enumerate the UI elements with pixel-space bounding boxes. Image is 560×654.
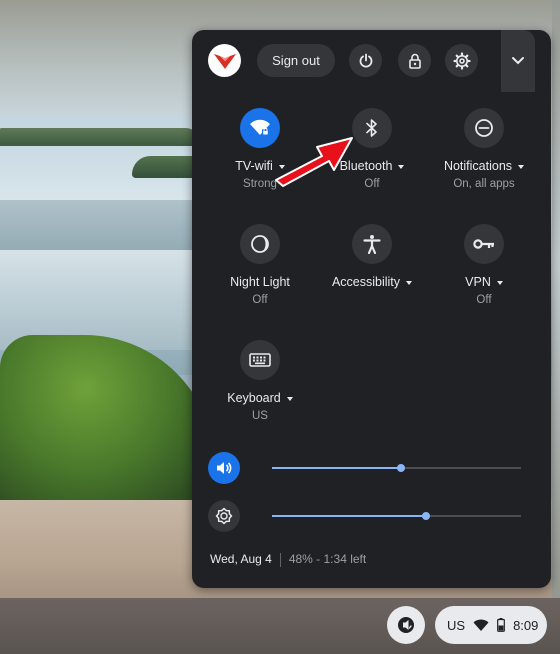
wallpaper-edge bbox=[552, 0, 560, 654]
shelf-clock: 8:09 bbox=[513, 617, 539, 633]
vpn-key-icon bbox=[473, 239, 494, 249]
volume-icon bbox=[217, 462, 232, 474]
accessibility-toggle[interactable] bbox=[352, 224, 392, 264]
quick-settings-panel: Sign out TV-wifi Strong Bluetooth Off No… bbox=[192, 30, 551, 588]
brightness-button[interactable] bbox=[208, 500, 240, 532]
notifications-label[interactable]: Notifications bbox=[429, 159, 539, 173]
notifications-status: On, all apps bbox=[453, 178, 515, 190]
accessibility-label[interactable]: Accessibility bbox=[317, 275, 427, 289]
tile-vpn[interactable]: VPN Off bbox=[429, 224, 539, 306]
user-avatar-icon bbox=[213, 53, 236, 69]
shelf-status-area[interactable]: US 8:09 bbox=[435, 606, 547, 644]
notifications-name: Notifications bbox=[443, 159, 513, 173]
volume-slider[interactable] bbox=[272, 464, 521, 472]
keyboard-icon bbox=[249, 353, 271, 367]
tile-keyboard[interactable]: Keyboard US bbox=[205, 340, 315, 422]
caret-down-icon bbox=[518, 164, 525, 169]
tile-accessibility[interactable]: Accessibility bbox=[317, 224, 427, 289]
status-footer: Wed, Aug 4 48% - 1:34 left bbox=[210, 552, 366, 567]
wallpaper-rock bbox=[0, 128, 200, 146]
tile-notifications[interactable]: Notifications On, all apps bbox=[429, 108, 539, 190]
vpn-label[interactable]: VPN bbox=[429, 275, 539, 289]
notifications-toggle[interactable] bbox=[464, 108, 504, 148]
quick-settings-top-bar: Sign out bbox=[208, 30, 535, 92]
brightness-slider-fill bbox=[272, 515, 427, 517]
caret-down-icon bbox=[398, 164, 405, 169]
brightness-slider[interactable] bbox=[272, 512, 521, 520]
caret-down-icon bbox=[496, 280, 503, 285]
battery-status[interactable]: 48% - 1:34 left bbox=[289, 552, 366, 566]
annotation-arrow-icon bbox=[275, 137, 353, 187]
keyboard-layout: US bbox=[252, 410, 268, 422]
keyboard-name: Keyboard bbox=[227, 391, 281, 405]
volume-slider-fill bbox=[272, 467, 402, 469]
brightness-icon bbox=[215, 507, 233, 525]
wifi-name: TV-wifi bbox=[235, 159, 273, 173]
avatar[interactable] bbox=[208, 44, 241, 77]
battery-icon bbox=[497, 618, 505, 632]
gear-icon bbox=[452, 51, 471, 70]
power-icon bbox=[359, 53, 372, 67]
wifi-icon bbox=[250, 119, 270, 135]
accessibility-name: Accessibility bbox=[331, 275, 401, 289]
lock-icon bbox=[408, 53, 421, 69]
volume-button[interactable] bbox=[208, 452, 240, 484]
tile-night-light[interactable]: Night Light Off bbox=[205, 224, 315, 306]
keyboard-label[interactable]: Keyboard bbox=[205, 391, 315, 405]
media-controls-icon bbox=[398, 617, 414, 633]
footer-divider bbox=[279, 552, 281, 567]
night-light-icon bbox=[251, 235, 269, 253]
volume-slider-row bbox=[208, 452, 521, 484]
night-light-toggle[interactable] bbox=[240, 224, 280, 264]
shelf-input-method: US bbox=[447, 617, 466, 633]
accessibility-icon bbox=[363, 235, 381, 254]
volume-slider-thumb[interactable] bbox=[397, 464, 406, 472]
lock-button[interactable] bbox=[398, 44, 431, 77]
brightness-slider-thumb[interactable] bbox=[422, 512, 431, 520]
collapse-button[interactable] bbox=[501, 30, 535, 92]
power-button[interactable] bbox=[349, 44, 382, 77]
brightness-slider-row bbox=[208, 500, 521, 532]
vpn-toggle[interactable] bbox=[464, 224, 504, 264]
date-label[interactable]: Wed, Aug 4 bbox=[210, 552, 272, 566]
vpn-name: VPN bbox=[465, 275, 491, 289]
shelf-media-button[interactable] bbox=[387, 606, 425, 644]
vpn-status: Off bbox=[476, 294, 492, 306]
caret-down-icon bbox=[286, 396, 293, 401]
caret-down-icon bbox=[406, 280, 413, 285]
night-light-status: Off bbox=[252, 294, 268, 306]
wifi-icon bbox=[473, 619, 489, 631]
sign-out-button[interactable]: Sign out bbox=[257, 44, 335, 77]
chevron-down-icon bbox=[512, 57, 524, 65]
keyboard-toggle[interactable] bbox=[240, 340, 280, 380]
night-light-label[interactable]: Night Light bbox=[205, 275, 315, 289]
settings-button[interactable] bbox=[445, 44, 478, 77]
do-not-disturb-icon bbox=[475, 119, 493, 137]
